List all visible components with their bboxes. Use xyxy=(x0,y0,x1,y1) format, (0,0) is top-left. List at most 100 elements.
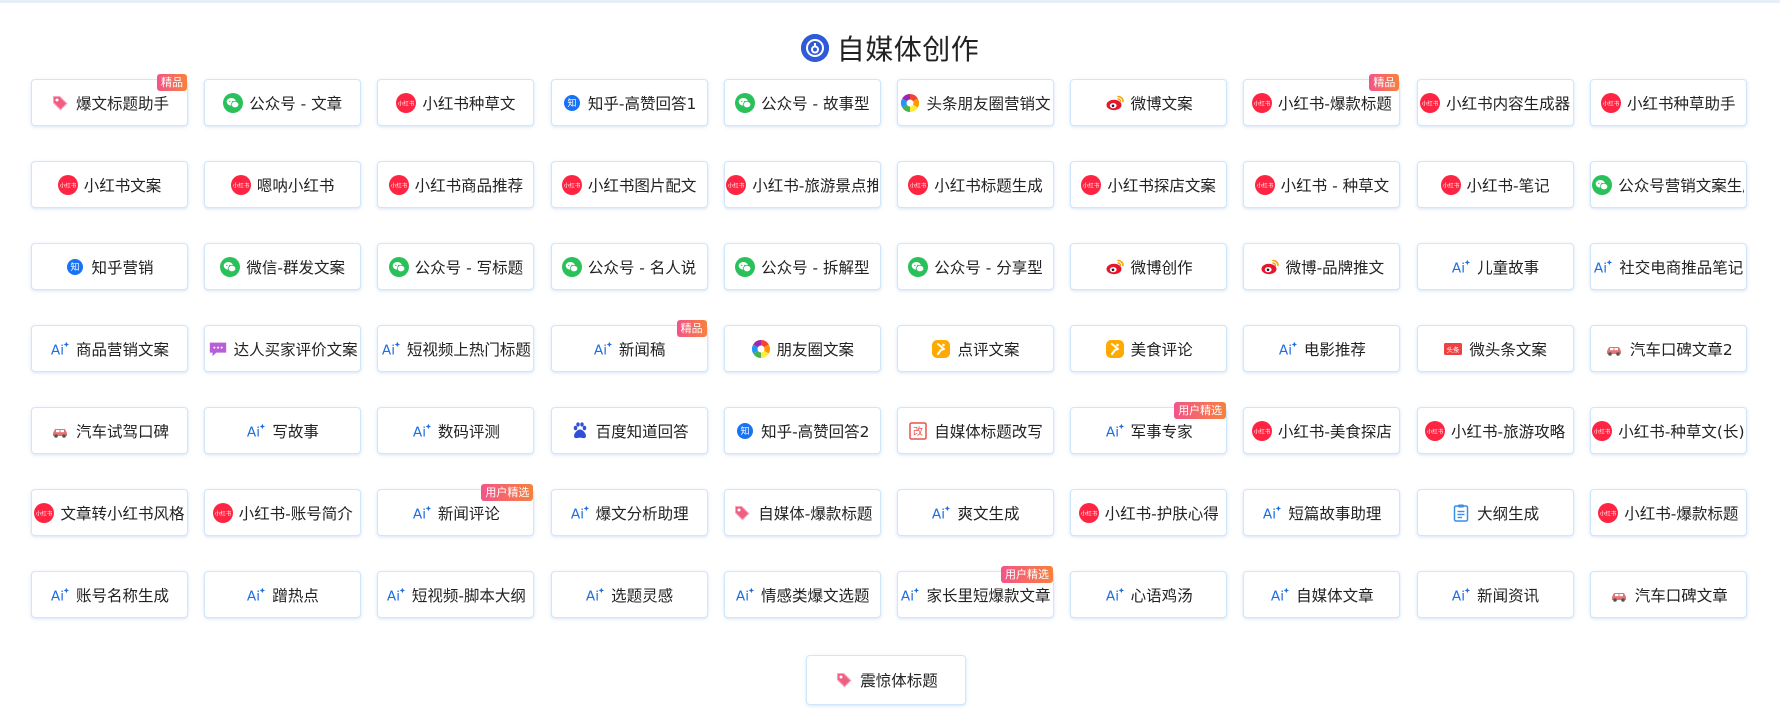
extra-row: 震惊体标题 xyxy=(806,655,966,705)
tool-card[interactable]: 小红书 小红书内容生成器 xyxy=(1416,79,1574,126)
tool-card[interactable]: 微博-品牌推文 xyxy=(1243,243,1401,290)
tool-card[interactable]: Ai 家长里短爆款文章 用户精选 xyxy=(897,566,1054,618)
svg-text:Ai: Ai xyxy=(1271,588,1284,604)
tool-card[interactable]: Ai 自媒体文章 xyxy=(1243,571,1401,618)
wechat-icon xyxy=(223,92,244,113)
tool-card[interactable]: 小红书 小红书种草助手 xyxy=(1589,79,1747,126)
tool-card-label: 写故事 xyxy=(272,422,319,441)
tool-card[interactable]: 大纲生成 xyxy=(1416,489,1574,536)
tool-card[interactable]: Ai 社交电商推品笔记 xyxy=(1589,243,1747,290)
zhihu-icon: 知 xyxy=(65,257,85,277)
tool-card-label: 新闻评论 xyxy=(437,504,500,523)
tool-card[interactable]: 公众号 - 拆解型 xyxy=(723,243,881,290)
xiaohongshu-icon: 小红书 xyxy=(230,174,251,195)
tool-card[interactable]: 自媒体-爆款标题 xyxy=(723,489,881,536)
tool-card[interactable]: 公众号 - 故事型 xyxy=(723,79,881,126)
tool-card[interactable]: 小红书 小红书-爆款标题 xyxy=(1589,489,1747,536)
tool-card[interactable]: 小红书 文章转小红书风格 xyxy=(31,489,188,536)
tool-card-label: 大纲生成 xyxy=(1477,504,1540,523)
tool-card[interactable]: 头条 微头条文案 xyxy=(1416,325,1574,372)
tool-card-label: 小红书-笔记 xyxy=(1466,176,1550,195)
tool-card[interactable]: 汽车试驾口碑 xyxy=(31,407,188,454)
tool-card[interactable]: Ai 数码评测 xyxy=(377,407,535,454)
tool-card[interactable]: 汽车口碑文章 xyxy=(1589,571,1747,618)
tool-card-label: 小红书-旅游攻略 xyxy=(1451,422,1566,441)
tool-card[interactable]: Ai 心语鸡汤 xyxy=(1070,571,1228,618)
tool-card[interactable]: Ai 电影推荐 xyxy=(1243,325,1401,372)
tool-card[interactable]: 小红书 小红书-爆款标题 精品 xyxy=(1243,74,1401,126)
xiaohongshu-icon: 小红书 xyxy=(1425,420,1446,441)
tool-card[interactable]: 知知乎-高赞回答1 xyxy=(550,79,708,126)
tool-card[interactable]: Ai 新闻评论 用户精选 xyxy=(377,484,535,536)
tool-card[interactable]: 美食评论 xyxy=(1070,325,1228,372)
tool-card-label: 百度知道回答 xyxy=(595,422,689,441)
tool-card[interactable]: 点评文案 xyxy=(897,325,1054,372)
svg-text:Ai: Ai xyxy=(901,588,914,604)
tool-card[interactable]: 小红书 小红书-账号简介 xyxy=(204,489,362,536)
tool-card[interactable]: 头条朋友圈营销文 xyxy=(897,79,1054,126)
tool-card[interactable]: Ai 商品营销文案 xyxy=(31,325,188,372)
tool-card[interactable]: Ai 选题灵感 xyxy=(550,571,708,618)
tool-card-label: 汽车口碑文章2 xyxy=(1629,340,1733,359)
tool-card[interactable]: Ai 蹭热点 xyxy=(204,571,362,618)
tool-card[interactable]: 朋友圈文案 xyxy=(723,325,881,372)
tool-card-label: 公众号 - 故事型 xyxy=(761,94,870,113)
tool-card[interactable]: 小红书小红书-旅游景点推荐 xyxy=(723,161,881,208)
tool-card[interactable]: 小红书 小红书标题生成 xyxy=(897,161,1054,208)
tool-card[interactable]: 震惊体标题 xyxy=(806,655,966,705)
tool-card[interactable]: 小红书 小红书文案 xyxy=(31,161,188,208)
tool-card[interactable]: 改自媒体标题改写 xyxy=(897,407,1054,454)
tool-card-label: 头条朋友圈营销文 xyxy=(926,94,1051,113)
tool-card-label: 知乎-高赞回答1 xyxy=(587,94,697,113)
tool-card[interactable]: 公众号 - 分享型 xyxy=(897,243,1054,290)
tool-card[interactable]: 小红书 小红书图片配文 xyxy=(550,161,708,208)
tool-card[interactable]: 公众号 - 写标题 xyxy=(377,243,535,290)
tool-card[interactable]: 知知乎营销 xyxy=(31,243,188,290)
tool-card[interactable]: Ai 儿童故事 xyxy=(1416,243,1574,290)
ai-icon: Ai xyxy=(381,339,401,359)
featured-badge: 精品 xyxy=(157,74,187,91)
tool-card[interactable]: 小红书 小红书-美食探店 xyxy=(1243,407,1401,454)
top-divider xyxy=(0,0,1780,3)
tool-card[interactable]: 微博创作 xyxy=(1070,243,1228,290)
tool-card[interactable]: 公众号营销文案生成 xyxy=(1589,161,1747,208)
tool-card[interactable]: Ai 新闻稿 精品 xyxy=(550,320,708,372)
tool-card[interactable]: 公众号 - 名人说 xyxy=(550,243,708,290)
tool-card[interactable]: 小红书 小红书-旅游攻略 xyxy=(1416,407,1574,454)
tool-card[interactable]: 公众号 - 文章 xyxy=(204,79,362,126)
svg-text:小红书: 小红书 xyxy=(390,181,407,189)
svg-text:Ai: Ai xyxy=(247,424,260,440)
tool-card[interactable]: 小红书 嗯呐小红书 xyxy=(204,161,362,208)
tool-card[interactable]: 汽车口碑文章2 xyxy=(1589,325,1747,372)
tool-card[interactable]: 小红书 小红书-护肤心得 xyxy=(1070,489,1228,536)
tool-card[interactable]: Ai 军事专家 用户精选 xyxy=(1070,402,1228,454)
tool-card[interactable]: 小红书 小红书商品推荐 xyxy=(377,161,535,208)
ai-icon: Ai xyxy=(50,585,70,605)
tool-card-label: 公众号 - 分享型 xyxy=(934,258,1043,277)
tool-card[interactable]: Ai 账号名称生成 xyxy=(31,571,188,618)
tool-card[interactable]: Ai 短视频-脚本大纲 xyxy=(377,571,535,618)
featured-badge: 用户精选 xyxy=(481,484,534,501)
tool-card[interactable]: Ai 情感类爆文选题 xyxy=(723,571,881,618)
tool-card[interactable]: 爆文标题助手 精品 xyxy=(31,74,188,126)
tool-card[interactable]: 小红书 小红书 - 种草文 xyxy=(1243,161,1401,208)
tool-card[interactable]: Ai 爆文分析助理 xyxy=(550,489,708,536)
tool-card[interactable]: Ai 短视频上热门标题 xyxy=(377,325,535,372)
tool-card[interactable]: 知知乎-高赞回答2 xyxy=(723,407,881,454)
tool-card-label: 公众号 - 拆解型 xyxy=(761,258,870,277)
tool-card[interactable]: Ai 写故事 xyxy=(204,407,362,454)
tool-card[interactable]: 小红书 小红书种草文 xyxy=(377,79,535,126)
tool-card[interactable]: Ai 新闻资讯 xyxy=(1416,571,1574,618)
tool-card[interactable]: Ai 短篇故事助理 xyxy=(1243,489,1401,536)
tool-card[interactable]: 小红书 小红书-笔记 xyxy=(1416,161,1574,208)
tool-card[interactable]: 达人买家评价文案 xyxy=(204,325,362,372)
tool-card[interactable]: 微信-群发文案 xyxy=(204,243,362,290)
tool-card[interactable]: 小红书 小红书探店文案 xyxy=(1070,161,1228,208)
tool-card[interactable]: Ai 爽文生成 xyxy=(897,489,1054,536)
tool-card[interactable]: 小红书 小红书-种草文(长) xyxy=(1589,407,1747,454)
svg-text:小红书: 小红书 xyxy=(233,181,250,189)
tool-card-label: 短视频-脚本大纲 xyxy=(411,586,526,605)
tool-card[interactable]: 百度知道回答 xyxy=(550,407,708,454)
tool-card[interactable]: 微博文案 xyxy=(1070,79,1228,126)
svg-text:Ai: Ai xyxy=(586,588,599,604)
